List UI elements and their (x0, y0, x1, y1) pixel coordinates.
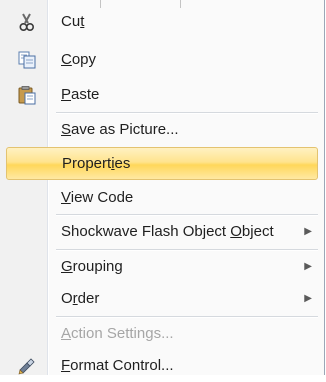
menu-item-shockwave-flash-object[interactable]: Shockwave Flash Object Object ▶ (0, 216, 324, 248)
menu-item-cut[interactable]: Cut (0, 6, 324, 38)
menu-item-label: Shockwave Flash Object Object (61, 223, 274, 240)
submenu-arrow-icon: ▶ (304, 261, 312, 272)
submenu-arrow-icon: ▶ (304, 226, 312, 237)
menu-item-label: Format Control... (61, 357, 174, 374)
scissors-icon (19, 13, 35, 32)
menu-item-label: Action Settings... (61, 325, 174, 342)
menu-item-label: View Code (61, 189, 134, 206)
context-menu: Cut Copy Paste Save as Picture... Proper (0, 0, 325, 375)
format-control-icon (18, 358, 35, 375)
menu-item-label: Save as Picture... (61, 121, 179, 138)
menu-item-copy[interactable]: Copy (0, 44, 324, 76)
menu-item-save-as-picture[interactable]: Save as Picture... (0, 114, 324, 146)
menu-item-action-settings: Action Settings... (0, 318, 324, 350)
menu-item-label: Order (61, 290, 100, 307)
submenu-arrow-icon: ▶ (304, 293, 312, 304)
menu-item-format-control[interactable]: Format Control... (0, 350, 324, 382)
menu-item-label: Copy (61, 51, 97, 68)
menu-item-paste[interactable]: Paste (0, 79, 324, 111)
menu-item-label: Grouping (61, 258, 123, 275)
menu-item-view-code[interactable]: View Code (0, 182, 324, 214)
menu-item-properties[interactable]: Properties (6, 147, 318, 180)
menu-item-label: Paste (61, 86, 100, 103)
menu-item-order[interactable]: Order ▶ (0, 283, 324, 315)
menu-item-label: Cut (61, 13, 85, 30)
copy-icon (18, 51, 36, 69)
menu-item-grouping[interactable]: Grouping ▶ (0, 251, 324, 283)
paste-icon (18, 86, 36, 105)
menu-item-label: Properties (62, 154, 131, 172)
